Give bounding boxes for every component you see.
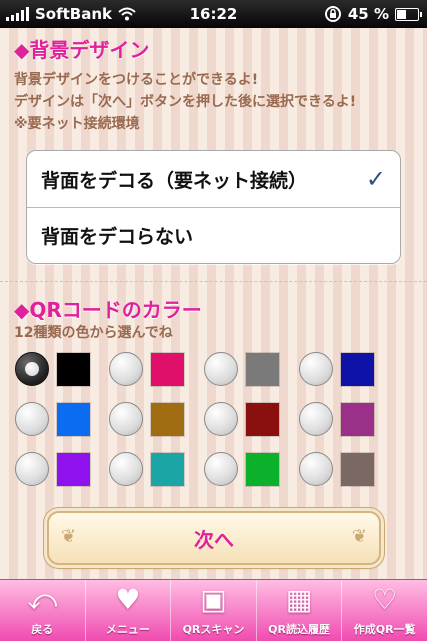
color-radio[interactable]: [299, 352, 333, 386]
ornament-left-icon: ❦: [61, 526, 77, 547]
color-radio[interactable]: [204, 352, 238, 386]
color-option-violet[interactable]: [15, 452, 93, 490]
tab-qr-history-label: QR読込履歴: [268, 623, 330, 636]
color-radio[interactable]: [15, 402, 49, 436]
checkmark-icon: ✓: [365, 165, 386, 193]
color-swatch-gray[interactable]: [246, 353, 279, 386]
color-swatch-magenta[interactable]: [151, 353, 184, 386]
color-swatch-dark-red[interactable]: [246, 403, 279, 436]
color-option-dark-red[interactable]: [204, 402, 282, 440]
option-no-decorate[interactable]: 背面をデコらない: [27, 207, 400, 263]
ornament-right-icon: ❦: [351, 526, 367, 547]
color-radio[interactable]: [299, 452, 333, 486]
color-radio[interactable]: [204, 452, 238, 486]
color-option-blue[interactable]: [15, 402, 93, 440]
rotation-lock-icon: [324, 6, 341, 22]
battery-percent: 45 %: [347, 5, 389, 23]
color-option-black[interactable]: [15, 352, 93, 390]
color-swatch-teal[interactable]: [151, 453, 184, 486]
color-swatch-black[interactable]: [57, 353, 90, 386]
color-radio[interactable]: [299, 402, 333, 436]
color-swatch-blue[interactable]: [57, 403, 90, 436]
background-design-desc-2: デザインは「次へ」ボタンを押した後に選択できるよ!: [14, 94, 357, 110]
qr-color-title: ◆QRコードのカラー: [14, 298, 202, 322]
option-no-decorate-label: 背面をデコらない: [41, 225, 194, 248]
tab-qr-scan-label: QRスキャン: [182, 623, 245, 636]
color-option-taupe[interactable]: [299, 452, 377, 490]
color-swatch-purple[interactable]: [341, 403, 374, 436]
color-option-gray[interactable]: [204, 352, 282, 390]
color-radio[interactable]: [204, 402, 238, 436]
heart-menu-icon: ♥: [115, 583, 141, 616]
color-option-brown[interactable]: [109, 402, 187, 440]
color-option-green[interactable]: [204, 452, 282, 490]
qr-created-list-icon: ♡: [372, 583, 398, 616]
option-decorate-back-label: 背面をデコる（要ネット接続）: [41, 169, 308, 192]
section-divider: [0, 281, 427, 282]
tab-menu-label: メニュー: [105, 623, 150, 636]
color-radio[interactable]: [15, 352, 49, 386]
tab-menu[interactable]: ♥ メニュー: [86, 580, 172, 641]
tab-created-qr-list[interactable]: ♡ 作成QR一覧: [342, 580, 427, 641]
battery-icon: [395, 7, 422, 21]
background-design-title: ◆背景デザイン: [14, 38, 150, 62]
color-radio[interactable]: [109, 352, 143, 386]
tab-bar: ⤺ 戻る ♥ メニュー ▣ QRスキャン ▦ QR読込履歴 ♡ 作成QR一覧: [0, 579, 427, 641]
next-button-label: 次へ: [194, 527, 234, 552]
background-design-desc-1: 背景デザインをつけることができるよ!: [14, 72, 259, 88]
color-option-magenta[interactable]: [109, 352, 187, 390]
background-option-group: 背面をデコる（要ネット接続） ✓ 背面をデコらない: [26, 150, 401, 264]
tab-qr-history[interactable]: ▦ QR読込履歴: [257, 580, 343, 641]
color-option-navy-blue[interactable]: [299, 352, 377, 390]
tab-back-label: 戻る: [31, 623, 54, 636]
color-swatch-brown[interactable]: [151, 403, 184, 436]
color-radio[interactable]: [109, 452, 143, 486]
color-option-teal[interactable]: [109, 452, 187, 490]
radio-selected-dot: [25, 362, 39, 376]
color-radio[interactable]: [15, 452, 49, 486]
qr-history-icon: ▦: [285, 583, 313, 616]
qr-scan-icon: ▣: [200, 583, 227, 616]
tab-created-qr-list-label: 作成QR一覧: [353, 623, 416, 636]
back-icon: ⤺: [27, 583, 58, 616]
background-design-desc-3: ※要ネット接続環境: [14, 116, 140, 132]
color-swatch-navy-blue[interactable]: [341, 353, 374, 386]
tab-qr-scan[interactable]: ▣ QRスキャン: [171, 580, 257, 641]
color-option-purple[interactable]: [299, 402, 377, 440]
tab-back[interactable]: ⤺ 戻る: [0, 580, 86, 641]
status-bar: SoftBank 16:22 45 %: [0, 0, 427, 28]
color-swatch-green[interactable]: [246, 453, 279, 486]
color-swatch-violet[interactable]: [57, 453, 90, 486]
option-decorate-back[interactable]: 背面をデコる（要ネット接続） ✓: [27, 151, 400, 208]
color-radio[interactable]: [109, 402, 143, 436]
next-button[interactable]: ❦ 次へ ❦: [47, 511, 381, 565]
color-swatch-taupe[interactable]: [341, 453, 374, 486]
qr-color-desc: 12種類の色から選んでね: [14, 325, 173, 341]
